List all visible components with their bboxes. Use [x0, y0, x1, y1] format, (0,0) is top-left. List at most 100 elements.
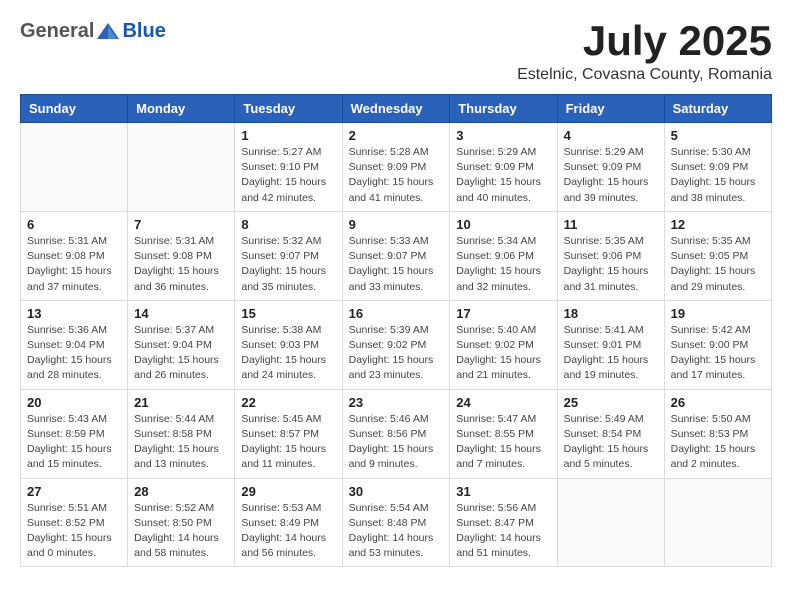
day-info: Sunrise: 5:37 AM Sunset: 9:04 PM Dayligh…: [134, 323, 228, 384]
day-number: 24: [456, 395, 550, 410]
table-row: 22 Sunrise: 5:45 AM Sunset: 8:57 PM Dayli…: [235, 389, 342, 478]
day-number: 3: [456, 128, 550, 143]
day-info: Sunrise: 5:45 AM Sunset: 8:57 PM Dayligh…: [241, 412, 335, 473]
day-info: Sunrise: 5:53 AM Sunset: 8:49 PM Dayligh…: [241, 501, 335, 562]
table-row: 23 Sunrise: 5:46 AM Sunset: 8:56 PM Dayli…: [342, 389, 450, 478]
day-number: 18: [564, 306, 658, 321]
day-number: 11: [564, 217, 658, 232]
page-header: General Blue July 2025 Estelnic, Covasna…: [20, 20, 772, 84]
day-number: 6: [27, 217, 121, 232]
logo-general-text: General: [20, 20, 94, 43]
calendar-week-row: 6 Sunrise: 5:31 AM Sunset: 9:08 PM Daylig…: [21, 211, 772, 300]
day-info: Sunrise: 5:43 AM Sunset: 8:59 PM Dayligh…: [27, 412, 121, 473]
table-row: 30Sunrise: 5:54 AM Sunset: 8:48 PM Dayli…: [342, 478, 450, 567]
day-info: Sunrise: 5:44 AM Sunset: 8:58 PM Dayligh…: [134, 412, 228, 473]
calendar-header-row: Sunday Monday Tuesday Wednesday Thursday…: [21, 95, 772, 123]
table-row: 17Sunrise: 5:40 AM Sunset: 9:02 PM Dayli…: [450, 300, 557, 389]
day-info: Sunrise: 5:42 AM Sunset: 9:00 PM Dayligh…: [671, 323, 765, 384]
calendar-week-row: 13Sunrise: 5:36 AM Sunset: 9:04 PM Dayli…: [21, 300, 772, 389]
day-info: Sunrise: 5:39 AM Sunset: 9:02 PM Dayligh…: [349, 323, 444, 384]
table-row: 2 Sunrise: 5:28 AM Sunset: 9:09 PM Daylig…: [342, 123, 450, 212]
table-row: 6 Sunrise: 5:31 AM Sunset: 9:08 PM Daylig…: [21, 211, 128, 300]
calendar-table: Sunday Monday Tuesday Wednesday Thursday…: [20, 94, 772, 567]
calendar-week-row: 27Sunrise: 5:51 AM Sunset: 8:52 PM Dayli…: [21, 478, 772, 567]
day-info: Sunrise: 5:49 AM Sunset: 8:54 PM Dayligh…: [564, 412, 658, 473]
day-number: 28: [134, 484, 228, 499]
header-monday: Monday: [128, 95, 235, 123]
table-row: [21, 123, 128, 212]
table-row: 19Sunrise: 5:42 AM Sunset: 9:00 PM Dayli…: [664, 300, 771, 389]
day-number: 1: [241, 128, 335, 143]
day-info: Sunrise: 5:28 AM Sunset: 9:09 PM Dayligh…: [349, 145, 444, 206]
day-info: Sunrise: 5:38 AM Sunset: 9:03 PM Dayligh…: [241, 323, 335, 384]
location-subtitle: Estelnic, Covasna County, Romania: [517, 66, 772, 84]
table-row: [664, 478, 771, 567]
table-row: 31 Sunrise: 5:56 AM Sunset: 8:47 PM Dayli…: [450, 478, 557, 567]
table-row: 29 Sunrise: 5:53 AM Sunset: 8:49 PM Dayli…: [235, 478, 342, 567]
table-row: 24 Sunrise: 5:47 AM Sunset: 8:55 PM Dayli…: [450, 389, 557, 478]
day-number: 21: [134, 395, 228, 410]
table-row: 8 Sunrise: 5:32 AM Sunset: 9:07 PM Daylig…: [235, 211, 342, 300]
month-title: July 2025: [517, 20, 772, 62]
day-number: 25: [564, 395, 658, 410]
day-info: Sunrise: 5:35 AM Sunset: 9:06 PM Dayligh…: [564, 234, 658, 295]
day-info: Sunrise: 5:35 AM Sunset: 9:05 PM Dayligh…: [671, 234, 765, 295]
day-number: 29: [241, 484, 335, 499]
day-number: 14: [134, 306, 228, 321]
day-number: 5: [671, 128, 765, 143]
table-row: 10 Sunrise: 5:34 AM Sunset: 9:06 PM Dayli…: [450, 211, 557, 300]
day-info: Sunrise: 5:29 AM Sunset: 9:09 PM Dayligh…: [456, 145, 550, 206]
table-row: 4 Sunrise: 5:29 AM Sunset: 9:09 PM Daylig…: [557, 123, 664, 212]
logo: General Blue: [20, 20, 166, 43]
table-row: 26 Sunrise: 5:50 AM Sunset: 8:53 PM Dayli…: [664, 389, 771, 478]
table-row: [557, 478, 664, 567]
day-info: Sunrise: 5:31 AM Sunset: 9:08 PM Dayligh…: [27, 234, 121, 295]
table-row: 5 Sunrise: 5:30 AM Sunset: 9:09 PM Daylig…: [664, 123, 771, 212]
table-row: 21 Sunrise: 5:44 AM Sunset: 8:58 PM Dayli…: [128, 389, 235, 478]
table-row: 1Sunrise: 5:27 AM Sunset: 9:10 PM Daylig…: [235, 123, 342, 212]
day-info: Sunrise: 5:30 AM Sunset: 9:09 PM Dayligh…: [671, 145, 765, 206]
day-info: Sunrise: 5:34 AM Sunset: 9:06 PM Dayligh…: [456, 234, 550, 295]
day-info: Sunrise: 5:36 AM Sunset: 9:04 PM Dayligh…: [27, 323, 121, 384]
header-saturday: Saturday: [664, 95, 771, 123]
day-number: 20: [27, 395, 121, 410]
calendar-week-row: 1Sunrise: 5:27 AM Sunset: 9:10 PM Daylig…: [21, 123, 772, 212]
day-info: Sunrise: 5:31 AM Sunset: 9:08 PM Dayligh…: [134, 234, 228, 295]
header-friday: Friday: [557, 95, 664, 123]
table-row: 18 Sunrise: 5:41 AM Sunset: 9:01 PM Dayli…: [557, 300, 664, 389]
table-row: 3 Sunrise: 5:29 AM Sunset: 9:09 PM Daylig…: [450, 123, 557, 212]
table-row: 11 Sunrise: 5:35 AM Sunset: 9:06 PM Dayli…: [557, 211, 664, 300]
table-row: 16 Sunrise: 5:39 AM Sunset: 9:02 PM Dayli…: [342, 300, 450, 389]
day-info: Sunrise: 5:51 AM Sunset: 8:52 PM Dayligh…: [27, 501, 121, 562]
day-info: Sunrise: 5:52 AM Sunset: 8:50 PM Dayligh…: [134, 501, 228, 562]
day-info: Sunrise: 5:29 AM Sunset: 9:09 PM Dayligh…: [564, 145, 658, 206]
table-row: 14 Sunrise: 5:37 AM Sunset: 9:04 PM Dayli…: [128, 300, 235, 389]
table-row: 15Sunrise: 5:38 AM Sunset: 9:03 PM Dayli…: [235, 300, 342, 389]
day-number: 10: [456, 217, 550, 232]
day-number: 2: [349, 128, 444, 143]
day-info: Sunrise: 5:56 AM Sunset: 8:47 PM Dayligh…: [456, 501, 550, 562]
day-number: 9: [349, 217, 444, 232]
day-number: 23: [349, 395, 444, 410]
table-row: 13Sunrise: 5:36 AM Sunset: 9:04 PM Dayli…: [21, 300, 128, 389]
day-number: 4: [564, 128, 658, 143]
day-number: 31: [456, 484, 550, 499]
day-info: Sunrise: 5:46 AM Sunset: 8:56 PM Dayligh…: [349, 412, 444, 473]
logo-icon: [95, 21, 121, 43]
day-number: 16: [349, 306, 444, 321]
table-row: 9Sunrise: 5:33 AM Sunset: 9:07 PM Daylig…: [342, 211, 450, 300]
day-number: 26: [671, 395, 765, 410]
day-number: 30: [349, 484, 444, 499]
day-number: 22: [241, 395, 335, 410]
logo-blue-text: Blue: [122, 20, 165, 43]
day-info: Sunrise: 5:41 AM Sunset: 9:01 PM Dayligh…: [564, 323, 658, 384]
day-info: Sunrise: 5:40 AM Sunset: 9:02 PM Dayligh…: [456, 323, 550, 384]
table-row: 20 Sunrise: 5:43 AM Sunset: 8:59 PM Dayli…: [21, 389, 128, 478]
day-info: Sunrise: 5:47 AM Sunset: 8:55 PM Dayligh…: [456, 412, 550, 473]
day-number: 12: [671, 217, 765, 232]
day-number: 8: [241, 217, 335, 232]
table-row: 7Sunrise: 5:31 AM Sunset: 9:08 PM Daylig…: [128, 211, 235, 300]
day-info: Sunrise: 5:50 AM Sunset: 8:53 PM Dayligh…: [671, 412, 765, 473]
table-row: 12 Sunrise: 5:35 AM Sunset: 9:05 PM Dayli…: [664, 211, 771, 300]
day-info: Sunrise: 5:32 AM Sunset: 9:07 PM Dayligh…: [241, 234, 335, 295]
